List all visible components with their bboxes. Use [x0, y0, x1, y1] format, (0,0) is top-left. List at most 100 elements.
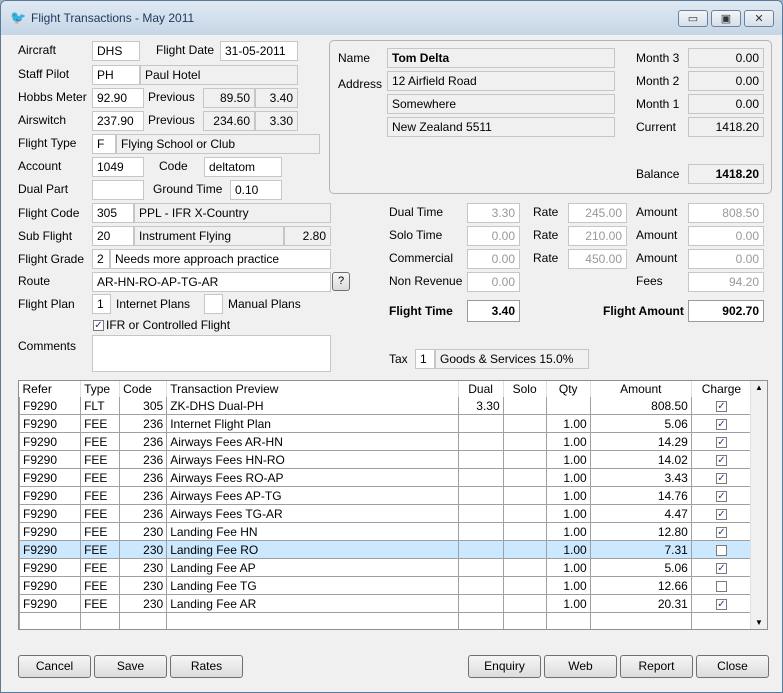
web-button[interactable]: Web — [544, 655, 617, 678]
cell-solo — [502, 414, 547, 433]
col-header-amount[interactable]: Amount — [590, 381, 692, 397]
internet-plans-field[interactable]: 1 — [92, 294, 111, 314]
commercial-rate-field: 450.00 — [568, 249, 627, 269]
table-row[interactable]: F9290 FEE 236 Airways Fees AP-TG 1.00 14.76 ✓ — [19, 486, 753, 505]
cell-qty: 1.00 — [545, 414, 591, 433]
sub-flight-value-field: 2.80 — [284, 226, 331, 246]
col-header-type[interactable]: Type — [80, 381, 121, 397]
comments-field[interactable] — [92, 335, 331, 372]
col-header-charge[interactable]: Charge — [691, 381, 753, 397]
flight-grade-field[interactable]: 2 — [92, 249, 110, 269]
cell-solo — [502, 432, 547, 451]
flight-date-field[interactable]: 31-05-2011 — [220, 41, 298, 61]
dual-part-field[interactable] — [92, 180, 144, 200]
charge-checkbox[interactable]: ✓ — [715, 526, 727, 538]
route-field[interactable]: AR-HN-RO-AP-TG-AR — [92, 272, 331, 292]
charge-checkbox[interactable]: ✓ — [715, 508, 727, 520]
col-header-solo[interactable]: Solo — [503, 381, 547, 397]
aircraft-field[interactable]: DHS — [92, 41, 140, 61]
cell-dual — [457, 486, 504, 505]
charge-checkbox[interactable]: ✓ — [715, 436, 727, 448]
cell-code: 305 — [119, 397, 168, 415]
table-row[interactable]: F9290 FLT 305 ZK-DHS Dual-PH 3.30 808.50 ✓ — [19, 397, 753, 415]
col-header-qty[interactable]: Qty — [546, 381, 591, 397]
code-field[interactable]: deltatom — [204, 157, 282, 177]
sub-flight-field[interactable]: 20 — [92, 226, 134, 246]
table-row[interactable]: F9290 FEE 236 Airways Fees HN-RO 1.00 14.02 ✓ — [19, 450, 753, 469]
report-button[interactable]: Report — [620, 655, 693, 678]
cell-type: FEE — [80, 450, 121, 469]
solo-rate-field: 210.00 — [568, 226, 627, 246]
flight-code-field[interactable]: 305 — [92, 203, 134, 223]
address-line1-field: 12 Airfield Road — [387, 71, 615, 91]
charge-checkbox[interactable] — [715, 580, 727, 592]
flight-code-label: Flight Code — [18, 206, 80, 220]
col-header-preview[interactable]: Transaction Preview — [166, 381, 459, 397]
charge-checkbox[interactable] — [715, 544, 727, 556]
charge-checkbox[interactable]: ✓ — [715, 598, 727, 610]
transactions-grid[interactable]: Refer Type Code Transaction Preview Dual… — [18, 380, 768, 630]
cell-code: 230 — [119, 594, 168, 613]
cell-qty: 1.00 — [545, 522, 591, 541]
col-header-dual[interactable]: Dual — [458, 381, 504, 397]
flight-grade-name-field[interactable]: Needs more approach practice — [110, 249, 331, 269]
ifr-label: IFR or Controlled Flight — [106, 318, 231, 332]
charge-checkbox[interactable]: ✓ — [715, 490, 727, 502]
tax-code-field[interactable]: 1 — [415, 349, 435, 369]
table-row[interactable]: F9290 FEE 236 Airways Fees TG-AR 1.00 4.47 ✓ — [19, 504, 753, 523]
cancel-button[interactable]: Cancel — [18, 655, 91, 678]
charge-checkbox[interactable]: ✓ — [715, 472, 727, 484]
cell-amount: 14.02 — [589, 450, 692, 469]
form-content: Aircraft DHS Flight Date 31-05-2011 Staf… — [1, 35, 782, 692]
table-row[interactable] — [19, 612, 753, 629]
cell-type — [80, 612, 121, 629]
flight-amount-field: 902.70 — [688, 300, 764, 322]
charge-checkbox[interactable]: ✓ — [715, 562, 727, 574]
grid-scrollbar[interactable]: ▲ ▼ — [750, 381, 767, 629]
table-row[interactable]: F9290 FEE 230 Landing Fee AP 1.00 5.06 ✓ — [19, 558, 753, 577]
cell-code: 236 — [119, 414, 168, 433]
charge-checkbox[interactable]: ✓ — [715, 418, 727, 430]
hobbs-previous-label: Previous — [148, 90, 195, 104]
airswitch-field[interactable]: 237.90 — [92, 111, 144, 131]
table-row[interactable]: F9290 FEE 230 Landing Fee RO 1.00 7.31 — [19, 540, 753, 559]
account-field[interactable]: 1049 — [92, 157, 144, 177]
cell-preview: Internet Flight Plan — [166, 414, 459, 433]
charge-checkbox[interactable]: ✓ — [715, 400, 727, 412]
table-row[interactable]: F9290 FEE 230 Landing Fee TG 1.00 12.66 — [19, 576, 753, 595]
table-row[interactable]: F9290 FEE 236 Airways Fees AR-HN 1.00 14.29 ✓ — [19, 432, 753, 451]
scroll-up-icon[interactable]: ▲ — [755, 383, 763, 392]
cell-refer: F9290 — [19, 594, 82, 613]
month1-field: 0.00 — [688, 94, 764, 114]
non-revenue-label: Non Revenue — [389, 274, 463, 288]
table-row[interactable]: F9290 FEE 230 Landing Fee HN 1.00 12.80 ✓ — [19, 522, 753, 541]
table-row[interactable]: F9290 FEE 236 Internet Flight Plan 1.00 5.06 ✓ — [19, 414, 753, 433]
cell-dual: 3.30 — [457, 397, 504, 415]
close-window-button[interactable]: ✕ — [744, 10, 774, 27]
rates-button[interactable]: Rates — [170, 655, 243, 678]
maximize-button[interactable]: ▣ — [711, 10, 741, 27]
solo-rate-label: Rate — [533, 228, 559, 242]
table-row[interactable]: F9290 FEE 230 Landing Fee AR 1.00 20.31 ✓ — [19, 594, 753, 613]
ifr-checkbox[interactable]: ✓ — [93, 320, 104, 331]
minimize-button[interactable]: ▭ — [678, 10, 708, 27]
month2-field: 0.00 — [688, 71, 764, 91]
tax-name-field: Goods & Services 15.0% — [435, 349, 589, 369]
enquiry-button[interactable]: Enquiry — [468, 655, 541, 678]
manual-plans-field[interactable] — [204, 294, 223, 314]
charge-checkbox[interactable]: ✓ — [715, 454, 727, 466]
col-header-code[interactable]: Code — [119, 381, 168, 397]
staff-pilot-code-field[interactable]: PH — [92, 65, 140, 85]
route-help-button[interactable]: ? — [332, 272, 350, 291]
save-button[interactable]: Save — [94, 655, 167, 678]
close-button[interactable]: Close — [696, 655, 769, 678]
name-label: Name — [338, 51, 371, 65]
ground-time-field[interactable]: 0.10 — [230, 180, 282, 200]
flight-type-code-field[interactable]: F — [92, 134, 116, 154]
dual-part-label: Dual Part — [18, 182, 69, 196]
hobbs-meter-field[interactable]: 92.90 — [92, 88, 144, 108]
table-row[interactable]: F9290 FEE 236 Airways Fees RO-AP 1.00 3.43 ✓ — [19, 468, 753, 487]
cell-refer: F9290 — [19, 468, 82, 487]
col-header-refer[interactable]: Refer — [19, 381, 82, 397]
scroll-down-icon[interactable]: ▼ — [755, 618, 763, 627]
